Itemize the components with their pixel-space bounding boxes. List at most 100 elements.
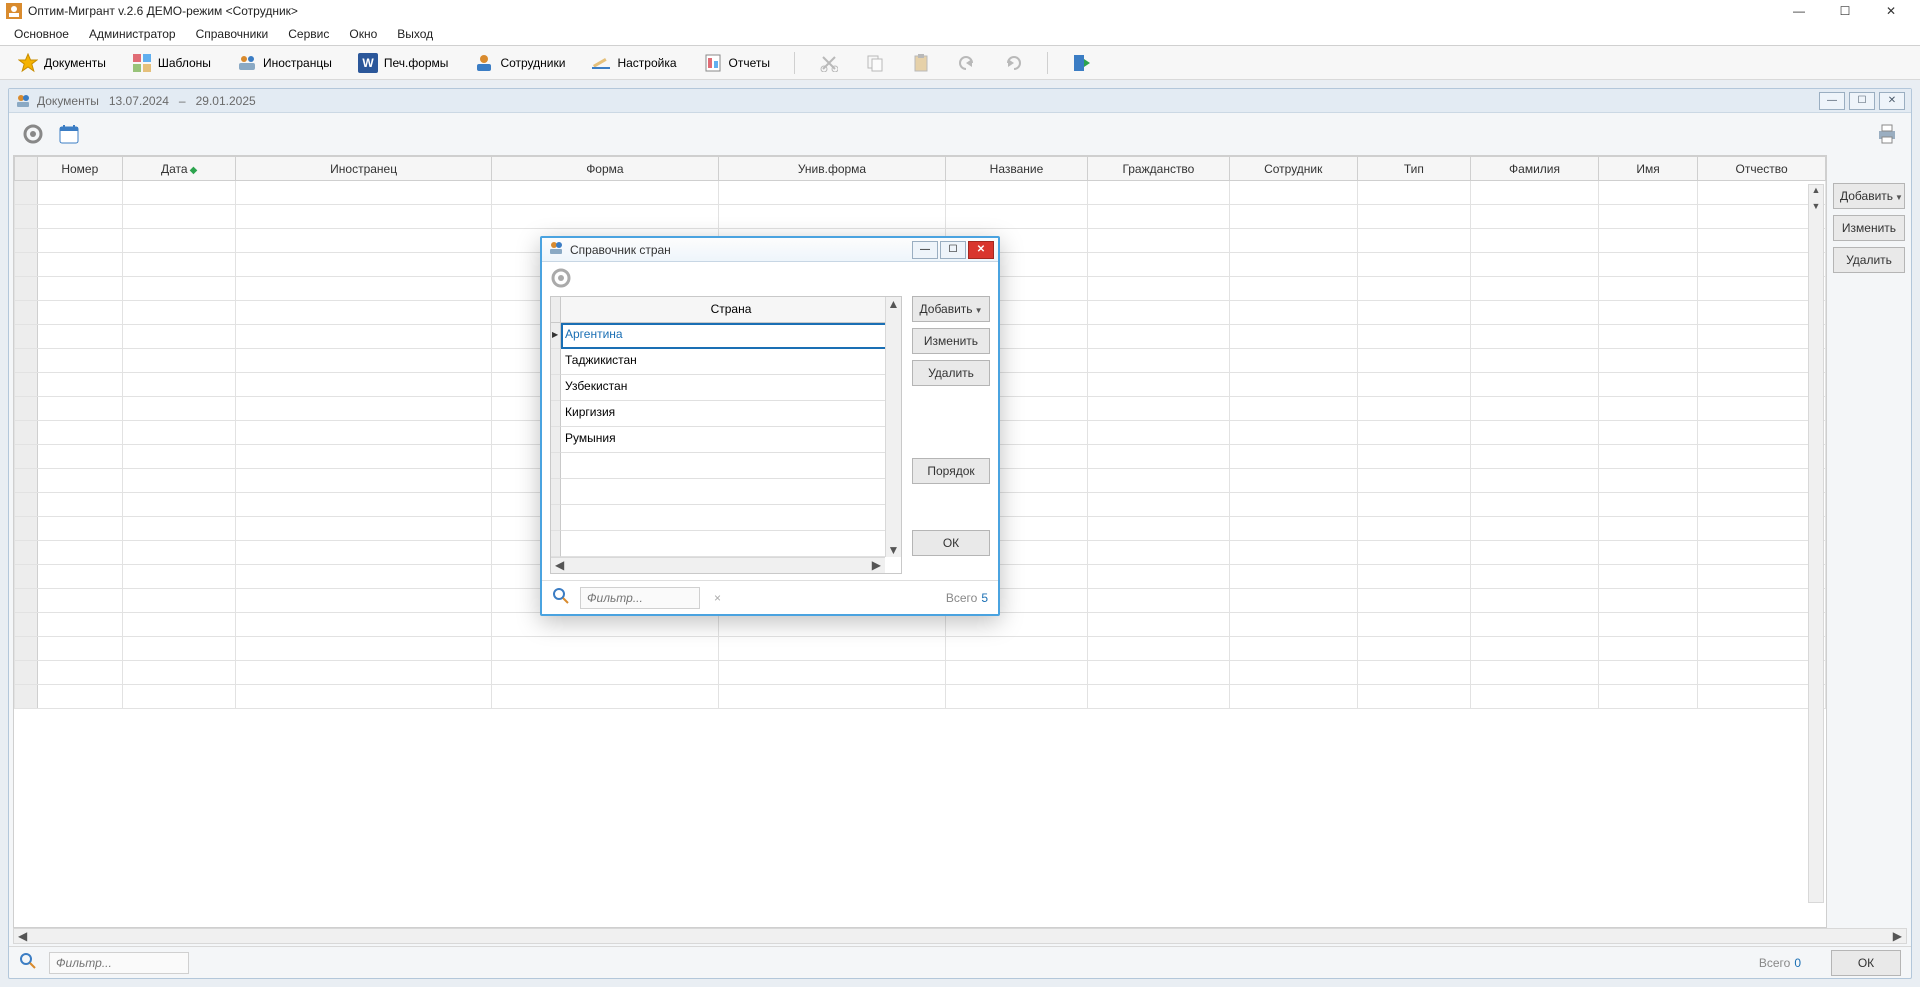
menu-admin[interactable]: Администратор: [79, 24, 186, 44]
dialog-delete-button[interactable]: Удалить: [912, 360, 990, 386]
dialog-maximize[interactable]: ☐: [940, 241, 966, 259]
vertical-scrollbar[interactable]: ▲▼: [1808, 184, 1824, 903]
col-1[interactable]: Дата◆: [122, 157, 236, 181]
toolbar-separator: [794, 52, 795, 74]
tb-copy[interactable]: [859, 51, 891, 75]
tb-templates[interactable]: Шаблоны: [126, 51, 217, 75]
edit-button[interactable]: Изменить: [1833, 215, 1905, 241]
country-row[interactable]: Таджикистан: [551, 349, 901, 375]
dialog-title: Справочник стран: [570, 243, 671, 257]
menu-service[interactable]: Сервис: [278, 24, 339, 44]
dialog-buttons: Добавить▼ Изменить Удалить Порядок ОК: [912, 296, 990, 574]
user-icon: [474, 53, 494, 73]
toolbar: Документы Шаблоны Иностранцы W Печ.формы…: [0, 46, 1920, 80]
dash: –: [179, 94, 186, 108]
horizontal-scrollbar[interactable]: ◀▶: [13, 928, 1907, 944]
child-minimize[interactable]: —: [1819, 92, 1845, 110]
filter-clear[interactable]: ×: [714, 591, 721, 605]
word-icon: W: [358, 53, 378, 73]
documents-title: Документы: [37, 94, 99, 108]
search-icon: [19, 952, 37, 973]
menu-exit[interactable]: Выход: [387, 24, 443, 44]
tb-cut[interactable]: [813, 51, 845, 75]
filter-input[interactable]: [49, 952, 189, 974]
dialog-order-button[interactable]: Порядок: [912, 458, 990, 484]
tb-paste[interactable]: [905, 51, 937, 75]
documents-date-to: 29.01.2025: [196, 94, 256, 108]
print-button[interactable]: [1873, 120, 1901, 148]
col-6[interactable]: Гражданство: [1087, 157, 1229, 181]
copy-icon: [865, 53, 885, 73]
col-0[interactable]: Номер: [37, 157, 122, 181]
col-2[interactable]: Иностранец: [236, 157, 491, 181]
tb-settings[interactable]: Настройка: [585, 51, 682, 75]
people-icon: [548, 240, 564, 259]
pencil-icon: [591, 53, 611, 73]
people-icon: [237, 53, 257, 73]
redo-icon: [1003, 53, 1023, 73]
tb-documents[interactable]: Документы: [12, 51, 112, 75]
country-row[interactable]: Румыния: [551, 427, 901, 453]
dialog-filter-input[interactable]: [580, 587, 700, 609]
mdi-area: Документы 13.07.2024 – 29.01.2025 — ☐ ✕ …: [0, 80, 1920, 987]
maximize-button[interactable]: ☐: [1822, 0, 1868, 22]
countries-dialog: Справочник стран — ☐ ✕ Страна АргентинаТ…: [540, 236, 1000, 616]
close-button[interactable]: ✕: [1868, 0, 1914, 22]
people-icon: [15, 93, 31, 109]
country-row-empty: [551, 453, 901, 479]
documents-footer: Всего0 ОК: [9, 946, 1911, 978]
col-5[interactable]: Название: [946, 157, 1088, 181]
child-close[interactable]: ✕: [1879, 92, 1905, 110]
dialog-add-button[interactable]: Добавить▼: [912, 296, 990, 322]
tb-exit[interactable]: [1066, 51, 1098, 75]
col-8[interactable]: Тип: [1357, 157, 1471, 181]
col-9[interactable]: Фамилия: [1471, 157, 1599, 181]
menu-main[interactable]: Основное: [4, 24, 79, 44]
country-row-empty: [551, 505, 901, 531]
tb-redo[interactable]: [997, 51, 1029, 75]
dialog-minimize[interactable]: —: [912, 241, 938, 259]
country-row-empty: [551, 479, 901, 505]
ok-button[interactable]: ОК: [1831, 950, 1901, 976]
menu-window[interactable]: Окно: [339, 24, 387, 44]
tb-reports[interactable]: Отчеты: [697, 51, 776, 75]
tb-reports-label: Отчеты: [729, 56, 770, 70]
gear-icon[interactable]: [550, 267, 572, 292]
window-controls: — ☐ ✕: [1776, 0, 1914, 22]
country-row[interactable]: Аргентина: [551, 323, 901, 349]
minimize-button[interactable]: —: [1776, 0, 1822, 22]
add-button[interactable]: Добавить▼: [1833, 183, 1905, 209]
dialog-edit-button[interactable]: Изменить: [912, 328, 990, 354]
tb-templates-label: Шаблоны: [158, 56, 211, 70]
col-11[interactable]: Отчество: [1698, 157, 1826, 181]
menu-refs[interactable]: Справочники: [186, 24, 279, 44]
tb-employees-label: Сотрудники: [500, 56, 565, 70]
dialog-total: Всего5: [946, 591, 988, 605]
col-10[interactable]: Имя: [1598, 157, 1697, 181]
app-icon: [6, 3, 22, 19]
tb-printforms[interactable]: W Печ.формы: [352, 51, 455, 75]
star-icon: [18, 53, 38, 73]
dialog-close[interactable]: ✕: [968, 241, 994, 259]
country-row[interactable]: Узбекистан: [551, 375, 901, 401]
dialog-grid[interactable]: Страна АргентинаТаджикистанУзбекистанКир…: [550, 296, 902, 574]
tb-employees[interactable]: Сотрудники: [468, 51, 571, 75]
delete-button[interactable]: Удалить: [1833, 247, 1905, 273]
dialog-hscrollbar[interactable]: ◀▶: [551, 557, 885, 573]
child-maximize[interactable]: ☐: [1849, 92, 1875, 110]
col-7[interactable]: Сотрудник: [1229, 157, 1357, 181]
toolbar-separator: [1047, 52, 1048, 74]
undo-icon: [957, 53, 977, 73]
tb-foreigners[interactable]: Иностранцы: [231, 51, 338, 75]
dialog-ok-button[interactable]: ОК: [912, 530, 990, 556]
tb-undo[interactable]: [951, 51, 983, 75]
dialog-vscrollbar[interactable]: ▲▼: [885, 297, 901, 557]
titlebar: Оптим-Мигрант v.2.6 ДЕМО-режим <Сотрудни…: [0, 0, 1920, 22]
dialog-column-header[interactable]: Страна: [561, 297, 901, 323]
country-row[interactable]: Киргизия: [551, 401, 901, 427]
col-3[interactable]: Форма: [491, 157, 718, 181]
col-4[interactable]: Унив.форма: [718, 157, 945, 181]
gear-button[interactable]: [19, 120, 47, 148]
calendar-button[interactable]: [55, 120, 83, 148]
dialog-titlebar[interactable]: Справочник стран — ☐ ✕: [542, 238, 998, 262]
